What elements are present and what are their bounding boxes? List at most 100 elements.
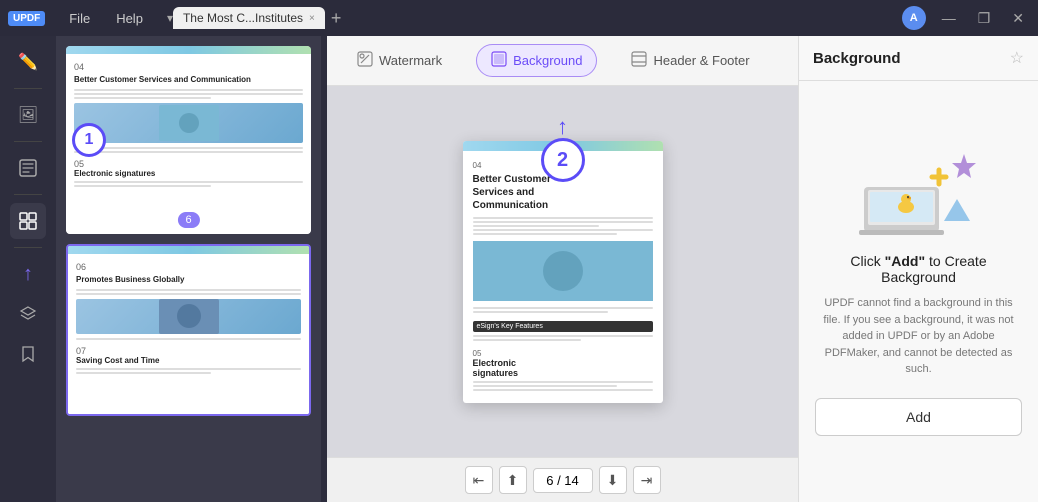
divider-4 <box>14 247 42 248</box>
thumb-image-2 <box>76 299 301 334</box>
illustration <box>854 147 984 237</box>
app-logo: UPDF <box>8 11 45 26</box>
restore-button[interactable]: ❐ <box>972 8 997 29</box>
page-number-2-overlay: ↑ 2 <box>541 116 585 182</box>
divider-2 <box>14 141 42 142</box>
watermark-button[interactable]: Watermark <box>343 45 456 76</box>
star-icon[interactable]: ☆ <box>1010 48 1024 68</box>
right-panel-header: Background ☆ <box>799 36 1038 81</box>
page-line <box>473 221 653 223</box>
content-area: Watermark Background Header & Footer ↑ 2 <box>327 36 798 502</box>
page-line <box>473 233 617 235</box>
thumb-sub-num-1: 05 <box>74 159 303 169</box>
thumb-line <box>76 338 301 340</box>
new-tab-button[interactable]: + <box>331 8 342 29</box>
thumb-line <box>74 181 303 183</box>
page-tag: eSign's Key Features <box>473 321 653 332</box>
tab-bar: ▾ The Most C...Institutes × + <box>167 7 896 29</box>
page-line <box>473 389 653 391</box>
page-input[interactable] <box>533 468 593 493</box>
header-footer-label: Header & Footer <box>653 53 749 68</box>
thumb-sub-2: 07 Saving Cost and Time <box>76 346 301 374</box>
close-button[interactable]: ✕ <box>1006 8 1030 29</box>
desc-text: UPDF cannot find a background in this fi… <box>815 295 1022 378</box>
thumb-sub-heading-2: Saving Cost and Time <box>76 356 301 365</box>
thumb-line <box>74 147 303 149</box>
thumbnail-panel: 04 Better Customer Services and Communic… <box>56 36 321 502</box>
thumb-image-1 <box>74 103 303 143</box>
next-fast-button[interactable]: ⬇ <box>599 466 627 494</box>
background-button[interactable]: Background <box>476 44 597 77</box>
thumb-line <box>74 89 303 91</box>
thumb-line <box>74 97 211 99</box>
sidebar-icon-text[interactable] <box>10 150 46 186</box>
first-page-button[interactable]: ⇤ <box>465 466 493 494</box>
menu-file[interactable]: File <box>59 7 100 30</box>
sidebar-icon-stamp[interactable]: 🖼 <box>10 97 46 133</box>
sidebar-icon-edit[interactable]: ✏️ <box>10 44 46 80</box>
page-line <box>473 381 653 383</box>
thumb-sub-heading-1: Electronic signatures <box>74 169 303 178</box>
minimize-button[interactable]: — <box>936 8 962 28</box>
thumb-line <box>76 289 301 291</box>
right-panel-title: Background <box>813 50 901 67</box>
sidebar-icon-bookmark[interactable] <box>10 336 46 372</box>
thumb-sub-num-2: 07 <box>76 346 301 356</box>
titlebar: UPDF File Help ▾ The Most C...Institutes… <box>0 0 1038 36</box>
page-image <box>473 241 653 301</box>
sidebar-icon-arrow[interactable]: ↑ <box>10 256 46 292</box>
header-footer-icon <box>631 51 647 70</box>
thumb-sub-1: 05 Electronic signatures <box>74 159 303 187</box>
arrow-up-icon: ↑ <box>557 116 568 138</box>
thumb-badge-1: 6 <box>177 212 199 228</box>
circle-badge-2: 2 <box>541 138 585 182</box>
background-icon <box>491 51 507 70</box>
thumb-line <box>76 372 211 374</box>
thumb-heading-1: Better Customer Services and Communicati… <box>74 75 303 85</box>
page-line <box>473 335 653 337</box>
page-line <box>473 217 653 219</box>
page-sub-section-2: 05 Electronicsignatures <box>473 349 653 391</box>
avatar[interactable]: A <box>902 6 926 30</box>
thumb-page-num-1: 04 <box>74 62 303 72</box>
watermark-label: Watermark <box>379 53 442 68</box>
watermark-icon <box>357 51 373 70</box>
last-page-button[interactable]: ⇥ <box>633 466 661 494</box>
right-panel: Background ☆ <box>798 36 1038 502</box>
page-navigation: ⇤ ⬆ ⬇ ⇥ <box>327 457 798 502</box>
thumbnail-card-2[interactable]: 06 Promotes Business Globally 07 Saving … <box>66 244 311 416</box>
page-sub-heading: Electronicsignatures <box>473 358 653 378</box>
right-panel-body: Click "Add" to Create Background UPDF ca… <box>799 81 1038 502</box>
main-area: ✏️ 🖼 ↑ 04 Better Customer Services and C… <box>0 36 1038 502</box>
page-sub-num: 05 <box>473 349 653 358</box>
page-line <box>473 385 617 387</box>
tab-close-btn[interactable]: × <box>309 13 315 24</box>
thumb-line <box>76 368 301 370</box>
toolbar: Watermark Background Header & Footer <box>327 36 798 86</box>
thumb-page-num-2: 06 <box>76 262 301 272</box>
sidebar-icon-layers[interactable] <box>10 296 46 332</box>
thumb-heading-2: Promotes Business Globally <box>76 275 301 285</box>
add-button[interactable]: Add <box>815 398 1022 436</box>
add-label: Click "Add" to Create Background <box>815 253 1022 285</box>
thumbnail-card-1[interactable]: 04 Better Customer Services and Communic… <box>66 46 311 234</box>
page-line <box>473 339 581 341</box>
thumb-line <box>74 93 303 95</box>
sidebar: ✏️ 🖼 ↑ <box>0 36 56 502</box>
page-sub-section: eSign's Key Features <box>473 321 653 341</box>
page-line <box>473 307 653 309</box>
page-viewer: ↑ 2 04 Better CustomerServices andCommun… <box>327 86 798 457</box>
menu-help[interactable]: Help <box>106 7 153 30</box>
divider-3 <box>14 194 42 195</box>
tab-document[interactable]: The Most C...Institutes × <box>173 7 325 29</box>
divider-1 <box>14 88 42 89</box>
header-footer-button[interactable]: Header & Footer <box>617 45 763 76</box>
page-line <box>473 311 608 313</box>
thumb-line <box>74 185 211 187</box>
tab-label: The Most C...Institutes <box>183 11 303 25</box>
sidebar-icon-organize[interactable] <box>10 203 46 239</box>
titlebar-controls: A — ❐ ✕ <box>902 6 1030 30</box>
background-label: Background <box>513 53 582 68</box>
prev-fast-button[interactable]: ⬆ <box>499 466 527 494</box>
thumb-line <box>76 293 301 295</box>
